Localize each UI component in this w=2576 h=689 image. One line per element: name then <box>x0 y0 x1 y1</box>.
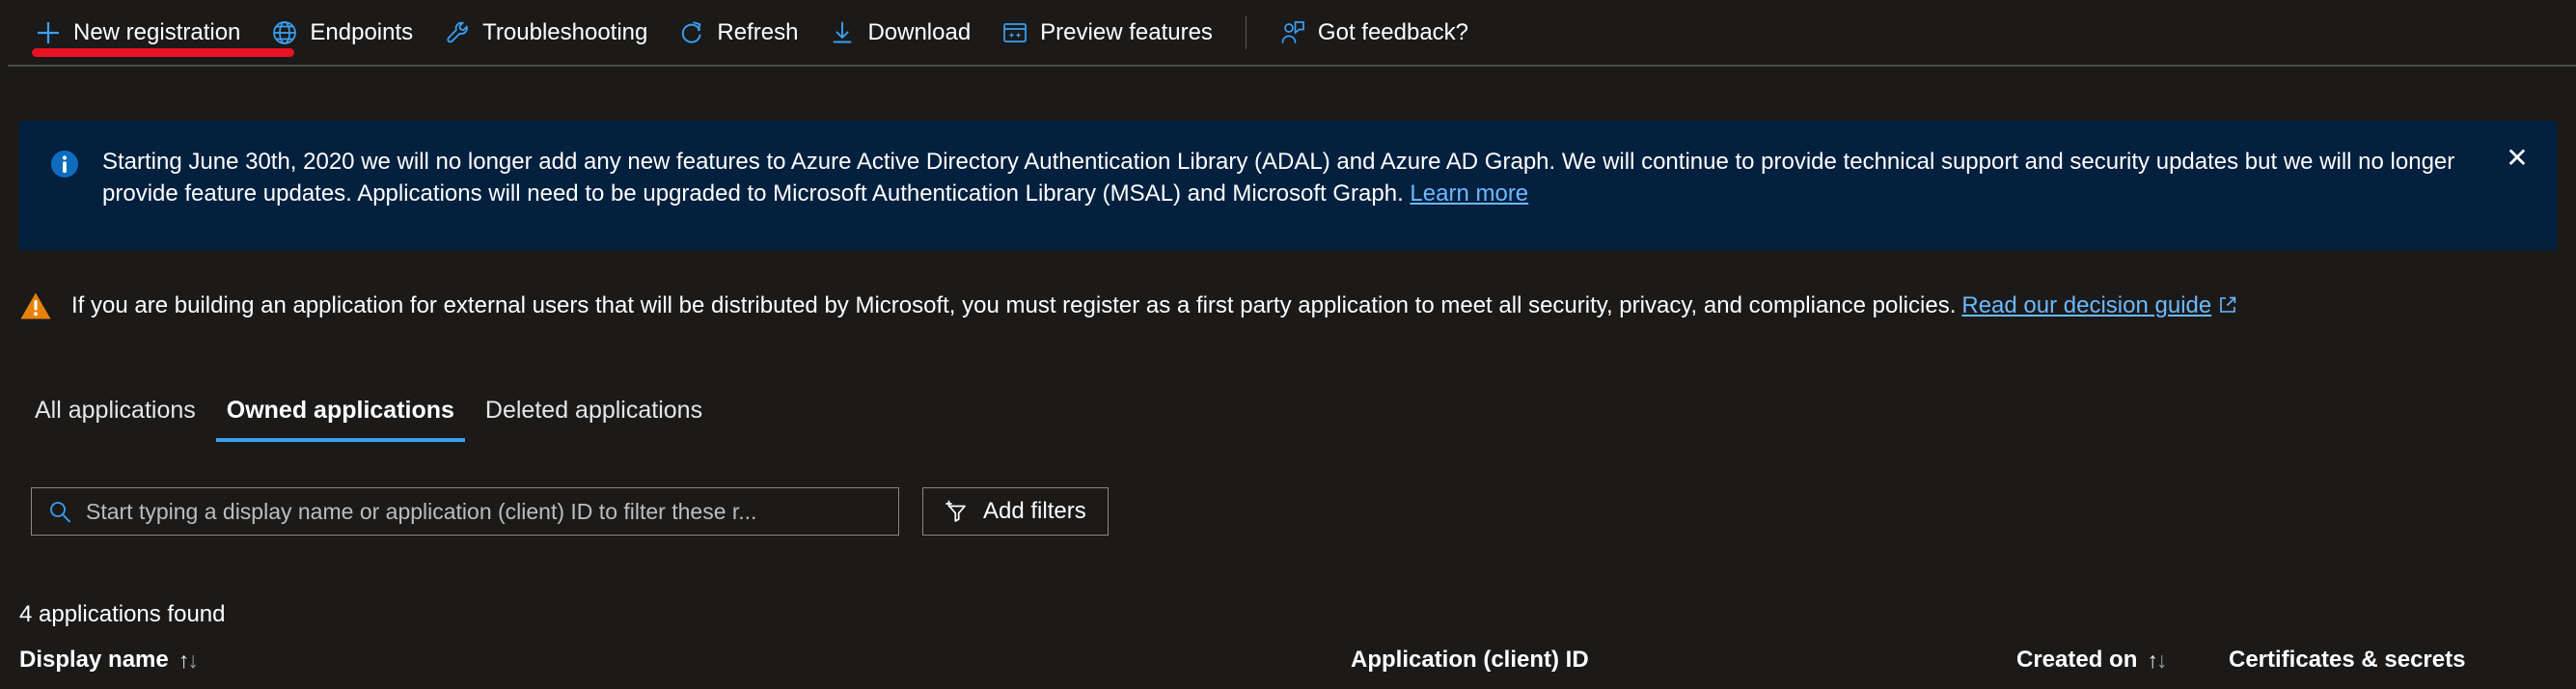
toolbar-download-label: Download <box>867 19 971 46</box>
toolbar-divider <box>8 65 2576 67</box>
wrench-icon <box>444 19 471 46</box>
toolbar-refresh[interactable]: Refresh <box>663 8 813 58</box>
toolbar-got-feedback[interactable]: Got feedback? <box>1264 8 1484 58</box>
column-header-application-id: Application (client) ID <box>1351 647 1589 674</box>
toolbar-got-feedback-label: Got feedback? <box>1318 19 1468 46</box>
search-box[interactable] <box>31 487 899 536</box>
column-header-certificates-secrets: Certificates & secrets <box>2229 647 2465 674</box>
column-header-display-name[interactable]: Display name ↑ ↓ <box>19 647 197 674</box>
column-header-created-on[interactable]: Created on ↑ ↓ <box>2016 647 2165 674</box>
warning-text: If you are building an application for e… <box>71 292 2237 319</box>
download-icon <box>829 19 856 46</box>
adal-deprecation-banner: Starting June 30th, 2020 we will no long… <box>19 121 2557 250</box>
column-header-created-on-label: Created on <box>2016 647 2137 674</box>
first-party-warning: If you are building an application for e… <box>19 289 2557 322</box>
app-registrations-page: New registration Endpoints Troubleshooti… <box>0 0 2576 689</box>
toolbar-endpoints-label: Endpoints <box>310 19 413 46</box>
info-icon <box>48 148 81 180</box>
tab-all-applications[interactable]: All applications <box>19 389 211 442</box>
filter-controls: Add filters <box>31 487 1109 536</box>
external-link-icon <box>2218 294 2237 314</box>
decision-guide-link-label: Read our decision guide <box>1961 292 2211 318</box>
toolbar-troubleshooting[interactable]: Troubleshooting <box>428 8 663 58</box>
sort-descending-icon: ↓ <box>2156 648 2166 674</box>
banner-message: Starting June 30th, 2020 we will no long… <box>102 149 2454 207</box>
toolbar-preview-features[interactable]: Preview features <box>986 8 1228 58</box>
globe-icon <box>271 19 298 46</box>
toolbar-refresh-label: Refresh <box>717 19 798 46</box>
column-header-display-name-label: Display name <box>19 647 169 674</box>
tab-deleted-applications[interactable]: Deleted applications <box>470 389 718 442</box>
sort-ascending-icon: ↑ <box>178 648 188 674</box>
warning-triangle-icon <box>19 289 52 322</box>
preview-features-icon <box>1001 19 1028 46</box>
column-header-certificates-secrets-label: Certificates & secrets <box>2229 647 2465 674</box>
banner-learn-more-link[interactable]: Learn more <box>1410 180 1528 207</box>
feedback-person-icon <box>1279 19 1306 46</box>
refresh-icon <box>678 19 705 46</box>
results-count: 4 applications found <box>19 601 226 628</box>
column-header-application-id-label: Application (client) ID <box>1351 647 1589 674</box>
banner-text: Starting June 30th, 2020 we will no long… <box>102 146 2476 209</box>
active-command-underline <box>32 48 294 57</box>
search-icon <box>47 499 72 524</box>
add-filters-label: Add filters <box>983 498 1086 525</box>
add-filters-button[interactable]: Add filters <box>922 487 1109 536</box>
plus-icon <box>35 19 62 46</box>
search-input[interactable] <box>86 499 887 525</box>
toolbar-separator <box>1246 16 1247 49</box>
add-filter-icon <box>945 499 970 524</box>
warning-message: If you are building an application for e… <box>71 292 1956 318</box>
sort-descending-icon: ↓ <box>187 648 197 674</box>
sort-ascending-icon: ↑ <box>2147 648 2156 674</box>
close-icon[interactable]: ✕ <box>2501 142 2534 175</box>
application-scope-tabs: All applications Owned applications Dele… <box>19 389 718 442</box>
decision-guide-link[interactable]: Read our decision guide <box>1961 292 2237 318</box>
sort-toggle-created-on[interactable]: ↑ ↓ <box>2147 648 2165 674</box>
sort-toggle-display-name[interactable]: ↑ ↓ <box>178 648 197 674</box>
toolbar-download[interactable]: Download <box>813 8 986 58</box>
table-header-row: Display name ↑ ↓ Application (client) ID… <box>0 647 2576 689</box>
command-toolbar: New registration Endpoints Troubleshooti… <box>0 0 2576 65</box>
toolbar-troubleshooting-label: Troubleshooting <box>482 19 647 46</box>
toolbar-preview-features-label: Preview features <box>1040 19 1213 46</box>
toolbar-new-registration-label: New registration <box>73 19 240 46</box>
tab-owned-applications[interactable]: Owned applications <box>211 389 470 442</box>
